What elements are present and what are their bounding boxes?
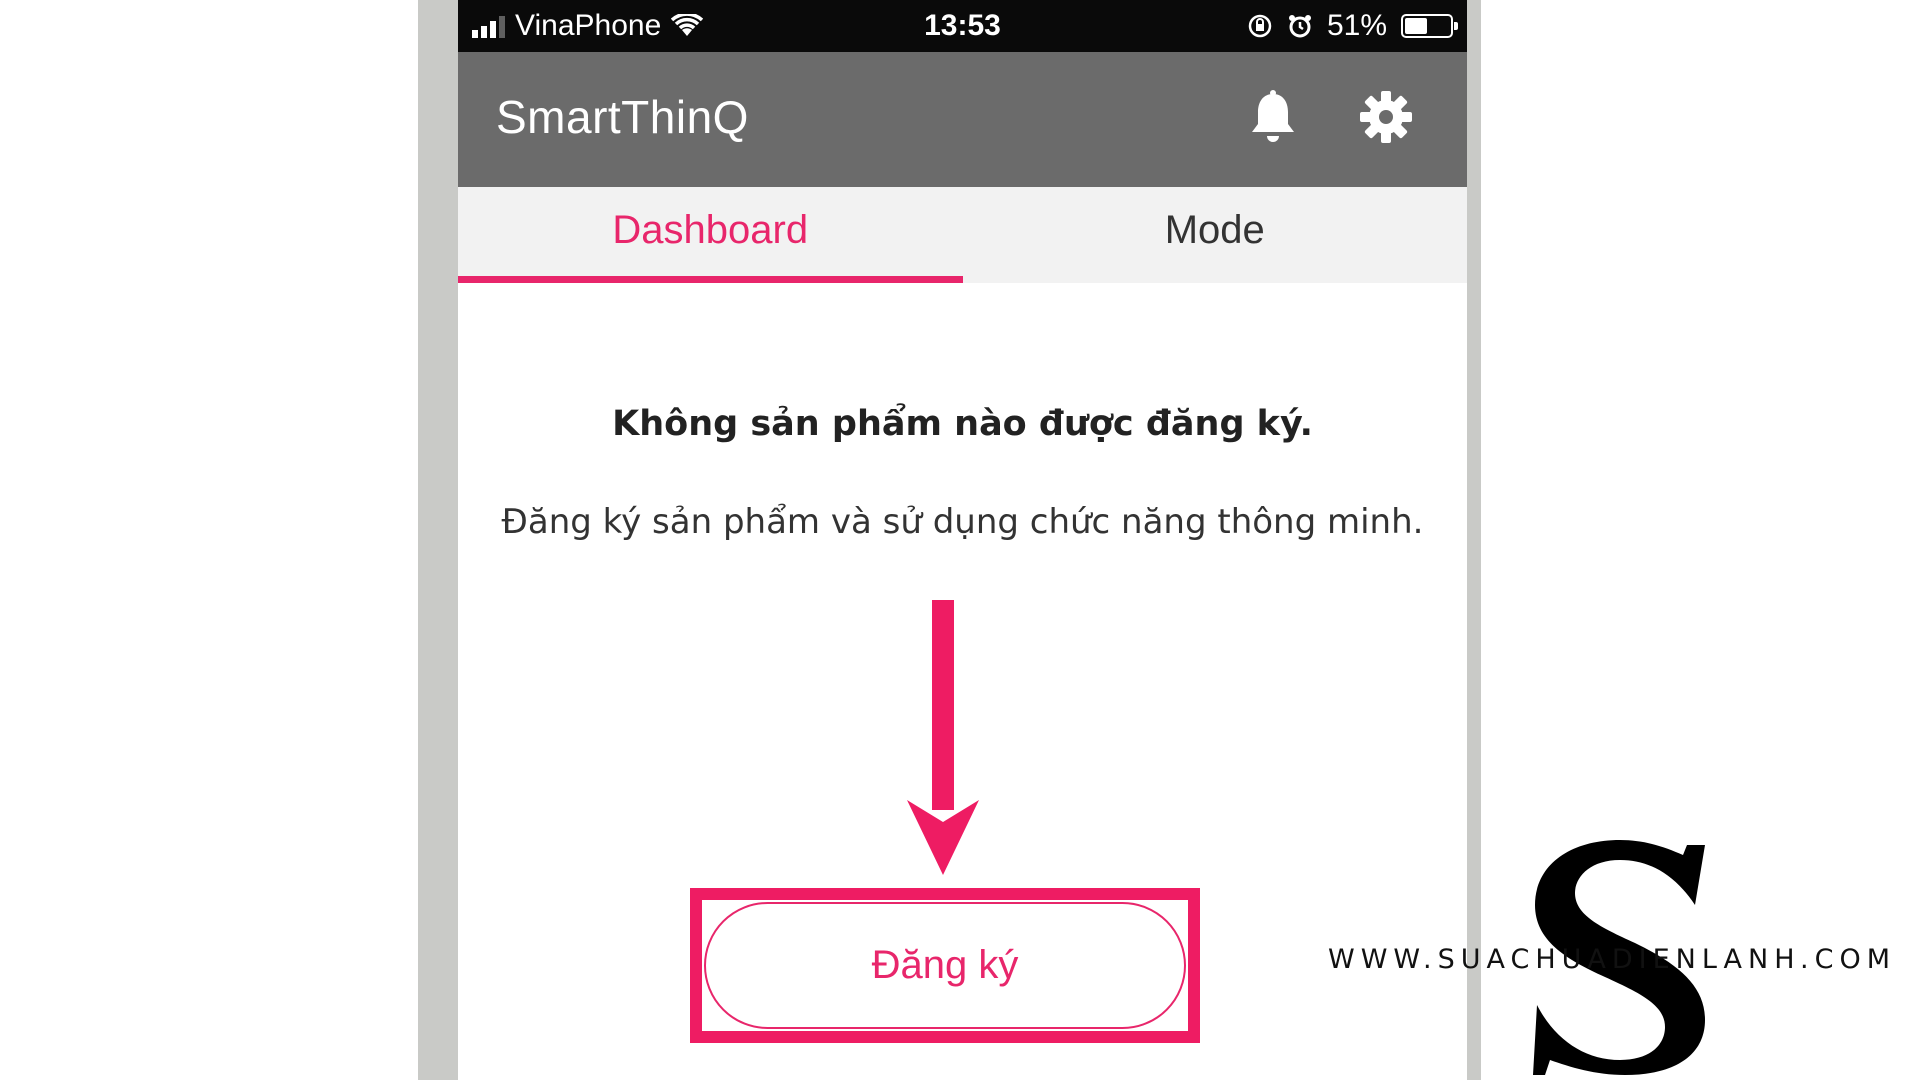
empty-state-description: Đăng ký sản phẩm và sử dụng chức năng th… [501, 502, 1424, 542]
app-title: SmartThinQ [496, 91, 749, 143]
alarm-icon [1288, 15, 1311, 38]
gear-icon [1360, 91, 1412, 143]
watermark-text: WWW.SUACHUADIENLANH.COM [1328, 944, 1897, 975]
tab-mode[interactable]: Mode [963, 187, 1468, 283]
phone-bezel-right [1467, 0, 1481, 1080]
status-bar: VinaPhone 13:53 51% [458, 0, 1467, 52]
bell-icon [1252, 90, 1294, 142]
empty-state-title: Không sản phẩm nào được đăng ký. [612, 404, 1313, 444]
register-button[interactable]: Đăng ký [704, 902, 1186, 1029]
rotation-lock-icon [1248, 14, 1272, 38]
phone-bezel-left [418, 0, 458, 1080]
tab-dashboard[interactable]: Dashboard [458, 187, 963, 283]
notifications-button[interactable] [1243, 87, 1303, 147]
phone-screen: VinaPhone 13:53 51% SmartThinQ Dashboard… [458, 0, 1467, 1080]
app-header: SmartThinQ [458, 52, 1467, 187]
tab-bar: Dashboard Mode [458, 187, 1467, 283]
status-bar-right: 51% [1247, 9, 1458, 43]
battery-percent: 51% [1326, 9, 1387, 42]
battery-icon [1401, 14, 1458, 38]
settings-button[interactable] [1356, 87, 1416, 147]
arrow-down-icon [907, 600, 979, 875]
battery-fill [1405, 18, 1427, 34]
